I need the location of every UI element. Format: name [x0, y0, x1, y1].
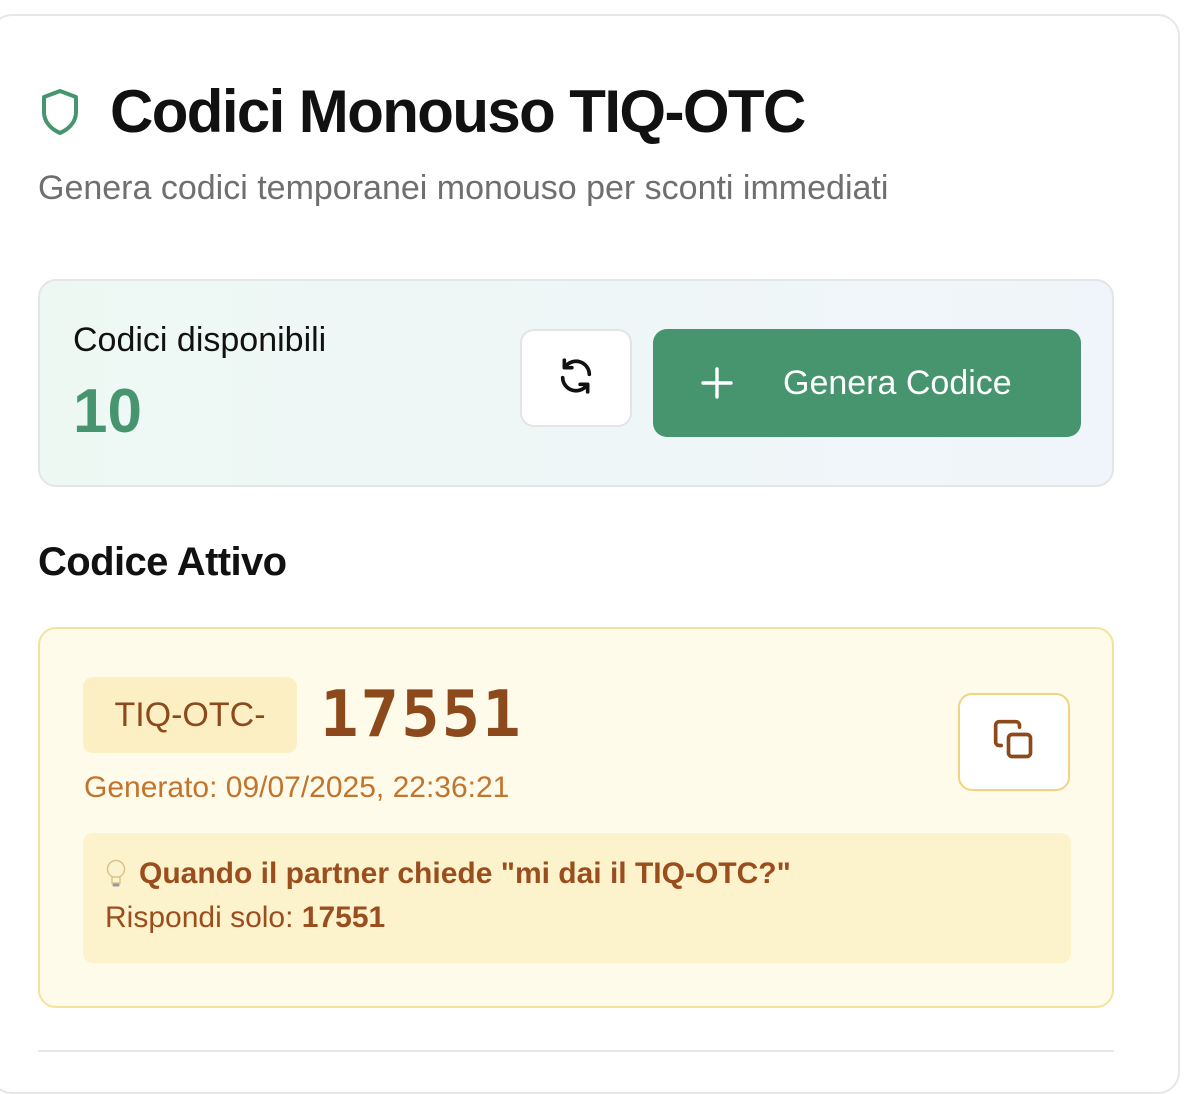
- partner-tip: Quando il partner chiede "mi dai il TIQ-…: [83, 833, 1071, 963]
- tip-question: Quando il partner chiede "mi dai il TIQ-…: [139, 857, 791, 890]
- tip-question-row: Quando il partner chiede "mi dai il TIQ-…: [105, 857, 791, 891]
- available-codes-count: 10: [73, 377, 142, 446]
- copy-code-button[interactable]: [958, 693, 1070, 791]
- section-divider: [38, 1050, 1114, 1052]
- available-codes-label: Codici disponibili: [73, 321, 327, 359]
- shield-icon: [38, 86, 82, 138]
- generate-code-button[interactable]: Genera Codice: [653, 329, 1081, 437]
- active-code-heading: Codice Attivo: [38, 540, 287, 584]
- plus-icon: [699, 365, 735, 401]
- generate-code-label: Genera Codice: [783, 363, 1012, 402]
- page-subtitle: Genera codici temporanei monouso per sco…: [38, 169, 889, 207]
- page-title: Codici Monouso TIQ-OTC: [110, 78, 806, 145]
- code-prefix-badge: TIQ-OTC-: [83, 677, 297, 753]
- active-code-value: 17551: [320, 678, 523, 752]
- tip-answer-prefix: Rispondi solo:: [105, 901, 302, 934]
- generated-timestamp: Generato: 09/07/2025, 22:36:21: [84, 771, 510, 804]
- copy-icon: [992, 718, 1036, 767]
- active-code-panel: TIQ-OTC- 17551 Generato: 09/07/2025, 22:…: [38, 627, 1114, 1008]
- tip-answer-row: Rispondi solo: 17551: [105, 901, 385, 935]
- page-header: Codici Monouso TIQ-OTC: [38, 76, 806, 148]
- refresh-icon: [556, 356, 596, 401]
- tip-answer-code: 17551: [301, 901, 386, 934]
- lightbulb-icon: [105, 858, 127, 890]
- available-codes-panel: Codici disponibili 10 Genera Codice: [38, 279, 1114, 487]
- refresh-button[interactable]: [520, 329, 632, 427]
